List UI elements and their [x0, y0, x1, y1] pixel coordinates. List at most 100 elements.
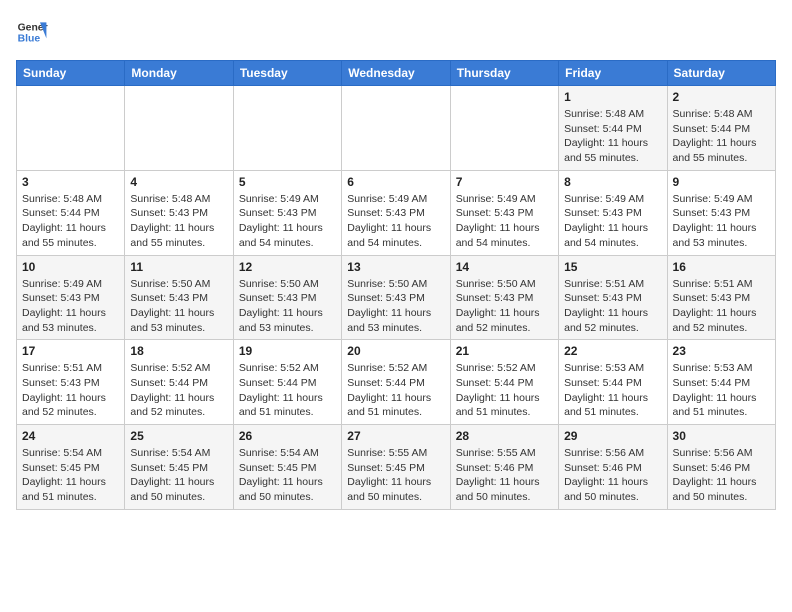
- calendar-cell: 21 Sunrise: 5:52 AM Sunset: 5:44 PM Dayli…: [450, 340, 558, 425]
- day-info: Sunrise: 5:56 AM Sunset: 5:46 PM Dayligh…: [673, 446, 770, 505]
- calendar-table: SundayMondayTuesdayWednesdayThursdayFrid…: [16, 60, 776, 510]
- calendar-cell: [342, 86, 450, 171]
- day-number: 21: [456, 344, 553, 358]
- day-info: Sunrise: 5:51 AM Sunset: 5:43 PM Dayligh…: [673, 277, 770, 336]
- day-number: 2: [673, 90, 770, 104]
- day-info: Sunrise: 5:52 AM Sunset: 5:44 PM Dayligh…: [347, 361, 444, 420]
- svg-text:Blue: Blue: [18, 34, 41, 45]
- day-info: Sunrise: 5:48 AM Sunset: 5:43 PM Dayligh…: [130, 192, 227, 251]
- day-info: Sunrise: 5:55 AM Sunset: 5:45 PM Dayligh…: [347, 446, 444, 505]
- week-row-3: 10 Sunrise: 5:49 AM Sunset: 5:43 PM Dayli…: [17, 255, 776, 340]
- day-number: 16: [673, 260, 770, 274]
- calendar-cell: 19 Sunrise: 5:52 AM Sunset: 5:44 PM Dayli…: [233, 340, 341, 425]
- day-number: 3: [22, 175, 119, 189]
- day-number: 22: [564, 344, 661, 358]
- weekday-header-sunday: Sunday: [17, 61, 125, 86]
- day-number: 5: [239, 175, 336, 189]
- calendar-cell: 25Sunrise: 5:54 AM Sunset: 5:45 PM Dayli…: [125, 425, 233, 510]
- day-info: Sunrise: 5:52 AM Sunset: 5:44 PM Dayligh…: [239, 361, 336, 420]
- week-row-2: 3 Sunrise: 5:48 AM Sunset: 5:44 PM Daylig…: [17, 170, 776, 255]
- day-number: 18: [130, 344, 227, 358]
- calendar-cell: 18 Sunrise: 5:52 AM Sunset: 5:44 PM Dayli…: [125, 340, 233, 425]
- calendar-cell: 20 Sunrise: 5:52 AM Sunset: 5:44 PM Dayli…: [342, 340, 450, 425]
- calendar-cell: [17, 86, 125, 171]
- day-info: Sunrise: 5:49 AM Sunset: 5:43 PM Dayligh…: [22, 277, 119, 336]
- day-number: 28: [456, 429, 553, 443]
- day-number: 11: [130, 260, 227, 274]
- day-info: Sunrise: 5:51 AM Sunset: 5:43 PM Dayligh…: [22, 361, 119, 420]
- day-info: Sunrise: 5:56 AM Sunset: 5:46 PM Dayligh…: [564, 446, 661, 505]
- day-number: 24: [22, 429, 119, 443]
- day-info: Sunrise: 5:49 AM Sunset: 5:43 PM Dayligh…: [673, 192, 770, 251]
- calendar-cell: 22 Sunrise: 5:53 AM Sunset: 5:44 PM Dayli…: [559, 340, 667, 425]
- calendar-cell: [450, 86, 558, 171]
- day-number: 9: [673, 175, 770, 189]
- day-number: 8: [564, 175, 661, 189]
- weekday-header-monday: Monday: [125, 61, 233, 86]
- day-number: 20: [347, 344, 444, 358]
- calendar-cell: 14Sunrise: 5:50 AM Sunset: 5:43 PM Dayli…: [450, 255, 558, 340]
- day-info: Sunrise: 5:50 AM Sunset: 5:43 PM Dayligh…: [239, 277, 336, 336]
- day-number: 10: [22, 260, 119, 274]
- calendar-cell: 10 Sunrise: 5:49 AM Sunset: 5:43 PM Dayli…: [17, 255, 125, 340]
- day-info: Sunrise: 5:54 AM Sunset: 5:45 PM Dayligh…: [239, 446, 336, 505]
- day-number: 25: [130, 429, 227, 443]
- calendar-cell: [233, 86, 341, 171]
- page-header: General Blue: [16, 16, 776, 48]
- calendar-cell: 11 Sunrise: 5:50 AM Sunset: 5:43 PM Dayli…: [125, 255, 233, 340]
- week-row-5: 24 Sunrise: 5:54 AM Sunset: 5:45 PM Dayli…: [17, 425, 776, 510]
- day-info: Sunrise: 5:50 AM Sunset: 5:43 PM Dayligh…: [130, 277, 227, 336]
- calendar-cell: 30Sunrise: 5:56 AM Sunset: 5:46 PM Dayli…: [667, 425, 775, 510]
- calendar-cell: 8 Sunrise: 5:49 AM Sunset: 5:43 PM Daylig…: [559, 170, 667, 255]
- calendar-cell: 4 Sunrise: 5:48 AM Sunset: 5:43 PM Daylig…: [125, 170, 233, 255]
- day-info: Sunrise: 5:49 AM Sunset: 5:43 PM Dayligh…: [347, 192, 444, 251]
- day-info: Sunrise: 5:49 AM Sunset: 5:43 PM Dayligh…: [456, 192, 553, 251]
- day-info: Sunrise: 5:53 AM Sunset: 5:44 PM Dayligh…: [673, 361, 770, 420]
- day-info: Sunrise: 5:51 AM Sunset: 5:43 PM Dayligh…: [564, 277, 661, 336]
- day-number: 17: [22, 344, 119, 358]
- calendar-cell: 26 Sunrise: 5:54 AM Sunset: 5:45 PM Dayli…: [233, 425, 341, 510]
- day-number: 13: [347, 260, 444, 274]
- calendar-cell: 6 Sunrise: 5:49 AM Sunset: 5:43 PM Daylig…: [342, 170, 450, 255]
- calendar-cell: 12 Sunrise: 5:50 AM Sunset: 5:43 PM Dayli…: [233, 255, 341, 340]
- weekday-header-row: SundayMondayTuesdayWednesdayThursdayFrid…: [17, 61, 776, 86]
- day-number: 4: [130, 175, 227, 189]
- day-number: 15: [564, 260, 661, 274]
- day-number: 7: [456, 175, 553, 189]
- day-info: Sunrise: 5:52 AM Sunset: 5:44 PM Dayligh…: [456, 361, 553, 420]
- weekday-header-tuesday: Tuesday: [233, 61, 341, 86]
- day-info: Sunrise: 5:50 AM Sunset: 5:43 PM Dayligh…: [456, 277, 553, 336]
- day-info: Sunrise: 5:49 AM Sunset: 5:43 PM Dayligh…: [239, 192, 336, 251]
- calendar-cell: 2 Sunrise: 5:48 AM Sunset: 5:44 PM Daylig…: [667, 86, 775, 171]
- calendar-cell: 17 Sunrise: 5:51 AM Sunset: 5:43 PM Dayli…: [17, 340, 125, 425]
- calendar-cell: 15 Sunrise: 5:51 AM Sunset: 5:43 PM Dayli…: [559, 255, 667, 340]
- day-number: 12: [239, 260, 336, 274]
- calendar-cell: 27Sunrise: 5:55 AM Sunset: 5:45 PM Dayli…: [342, 425, 450, 510]
- calendar-cell: 1Sunrise: 5:48 AM Sunset: 5:44 PM Daylig…: [559, 86, 667, 171]
- day-info: Sunrise: 5:52 AM Sunset: 5:44 PM Dayligh…: [130, 361, 227, 420]
- weekday-header-wednesday: Wednesday: [342, 61, 450, 86]
- day-number: 6: [347, 175, 444, 189]
- calendar-cell: 7 Sunrise: 5:49 AM Sunset: 5:43 PM Daylig…: [450, 170, 558, 255]
- weekday-header-thursday: Thursday: [450, 61, 558, 86]
- day-info: Sunrise: 5:48 AM Sunset: 5:44 PM Dayligh…: [564, 107, 661, 166]
- logo-icon: General Blue: [16, 16, 48, 48]
- day-info: Sunrise: 5:55 AM Sunset: 5:46 PM Dayligh…: [456, 446, 553, 505]
- calendar-cell: 28 Sunrise: 5:55 AM Sunset: 5:46 PM Dayli…: [450, 425, 558, 510]
- day-info: Sunrise: 5:48 AM Sunset: 5:44 PM Dayligh…: [22, 192, 119, 251]
- week-row-1: 1Sunrise: 5:48 AM Sunset: 5:44 PM Daylig…: [17, 86, 776, 171]
- day-info: Sunrise: 5:49 AM Sunset: 5:43 PM Dayligh…: [564, 192, 661, 251]
- calendar-cell: 16 Sunrise: 5:51 AM Sunset: 5:43 PM Dayli…: [667, 255, 775, 340]
- calendar-cell: 3 Sunrise: 5:48 AM Sunset: 5:44 PM Daylig…: [17, 170, 125, 255]
- day-info: Sunrise: 5:48 AM Sunset: 5:44 PM Dayligh…: [673, 107, 770, 166]
- day-info: Sunrise: 5:53 AM Sunset: 5:44 PM Dayligh…: [564, 361, 661, 420]
- day-number: 26: [239, 429, 336, 443]
- calendar-cell: 5 Sunrise: 5:49 AM Sunset: 5:43 PM Daylig…: [233, 170, 341, 255]
- calendar-cell: 29Sunrise: 5:56 AM Sunset: 5:46 PM Dayli…: [559, 425, 667, 510]
- day-number: 19: [239, 344, 336, 358]
- day-info: Sunrise: 5:54 AM Sunset: 5:45 PM Dayligh…: [22, 446, 119, 505]
- calendar-cell: [125, 86, 233, 171]
- calendar-cell: 9 Sunrise: 5:49 AM Sunset: 5:43 PM Daylig…: [667, 170, 775, 255]
- calendar-cell: 24 Sunrise: 5:54 AM Sunset: 5:45 PM Dayli…: [17, 425, 125, 510]
- calendar-cell: 13Sunrise: 5:50 AM Sunset: 5:43 PM Dayli…: [342, 255, 450, 340]
